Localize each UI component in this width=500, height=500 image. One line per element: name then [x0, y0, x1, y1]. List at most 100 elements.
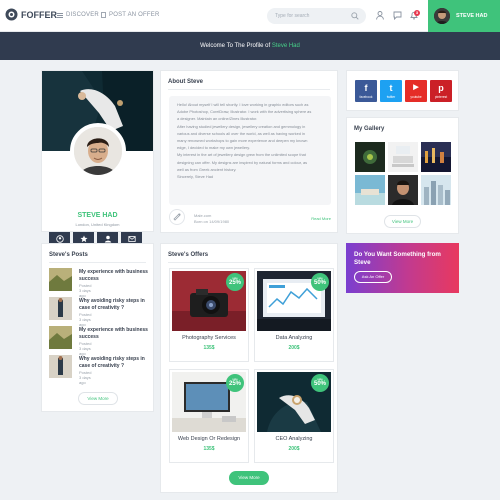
offers-divider [168, 262, 330, 263]
about-line: many renowned workshops to gain more exp… [177, 138, 308, 144]
discount-value: 50% [313, 381, 326, 387]
posts-divider [49, 262, 146, 263]
about-line: Sincerely, Steve Had [177, 174, 214, 180]
about-divider [168, 89, 330, 90]
user-icon[interactable] [376, 11, 384, 20]
pinterest-icon: p [438, 83, 444, 93]
menu-icon [57, 12, 66, 18]
pinterest-button[interactable]: p pinterest [430, 80, 452, 102]
gallery-card: My Gallery View More [346, 117, 459, 234]
about-line: After having studied jewellery design, j… [177, 123, 306, 129]
facebook-button[interactable]: f facebook [355, 80, 377, 102]
youtube-label: youtube [410, 95, 422, 99]
about-line: Hello! About myself I will tell shortly.… [177, 102, 309, 107]
post-thumbnail [49, 297, 72, 320]
nav-post-offer-label: POST AN OFFER [109, 12, 160, 18]
user-menu[interactable]: STEVE HAD [428, 0, 500, 32]
discount-value: 25% [228, 381, 241, 387]
youtube-button[interactable]: ▶ youtube [405, 80, 427, 102]
discount-value: 25% [228, 280, 241, 286]
read-more-link[interactable]: Read More [311, 216, 331, 221]
top-navbar: FOFFER DISCOVER POST AN OFFER Type for s… [0, 0, 500, 32]
ask-offer-button[interactable]: Ask An Offer [354, 271, 392, 283]
offer-item[interactable]: sale 50% Data Analyzing 200$ [254, 268, 334, 362]
posts-title: Steve's Posts [49, 252, 88, 258]
profile-avatar [70, 123, 126, 179]
welcome-prefix: Welcome To The Profile of [200, 43, 271, 49]
gallery-image[interactable] [421, 175, 451, 205]
offer-discount-badge: sale 25% [226, 374, 244, 392]
post-title: My experience with business success [79, 327, 148, 340]
offer-price: 135$ [203, 345, 215, 351]
about-title: About Steve [168, 79, 204, 85]
about-line: edge, I decided to make my own jewellery… [177, 145, 251, 151]
offer-item[interactable]: sale 25% Photography Services 135$ [169, 268, 249, 362]
notification-badge: 3 [414, 10, 420, 16]
welcome-text: Welcome To The Profile of Steve Had [0, 43, 500, 49]
offers-card: Steve's Offers sale 25% Photography Servi… [160, 243, 338, 493]
nav-post-offer-link[interactable]: POST AN OFFER [101, 12, 160, 18]
offer-price: 135$ [203, 446, 215, 452]
search-icon[interactable] [351, 12, 359, 20]
welcome-name[interactable]: Steve Had [272, 43, 300, 49]
about-card: About Steve Hello! About myself I will t… [160, 70, 338, 233]
chat-icon[interactable] [393, 11, 402, 20]
gallery-image[interactable] [355, 175, 385, 205]
posts-view-more-button[interactable]: View More [78, 392, 118, 405]
post-title: My experience with business success [79, 269, 148, 282]
gallery-image[interactable] [421, 142, 451, 172]
profile-name: STEVE HAD [77, 212, 118, 219]
gallery-image[interactable] [388, 142, 418, 172]
star-icon [73, 235, 94, 243]
birthday-icon [169, 209, 185, 225]
twitter-label: twitter [386, 95, 396, 99]
about-line: designing can offer. My designs are insp… [177, 159, 308, 165]
gallery-image[interactable] [355, 142, 385, 172]
gallery-view-more-button[interactable]: View More [384, 215, 421, 228]
ask-offer-promo: Do You Want Something from Steve Ask An … [346, 243, 459, 293]
offer-discount-badge: sale 25% [226, 273, 244, 291]
post-thumbnail [49, 355, 72, 378]
post-title: Why avoiding risky steps in case of crea… [79, 356, 145, 369]
gallery-image[interactable] [388, 175, 418, 205]
about-line: a designer. Maintain an online/Zines Ill… [177, 116, 258, 122]
facebook-label: facebook [359, 95, 373, 99]
offer-item[interactable]: sale 50% CEO Analyzing 200$ [254, 369, 334, 463]
twitter-icon: t [389, 83, 393, 93]
nav-discover-label: DISCOVER [66, 12, 99, 18]
offers-title: Steve's Offers [168, 252, 209, 258]
offer-name: Data Analyzing [275, 335, 313, 341]
post-title: Why avoiding risky steps in case of crea… [79, 298, 145, 311]
post-date: Posted 3 days ago [79, 370, 92, 385]
offer-price: 200$ [288, 446, 300, 452]
post-thumbnail [49, 326, 72, 349]
brand-logo[interactable]: FOFFER [5, 8, 57, 21]
twitter-button[interactable]: t twitter [380, 80, 402, 102]
about-line: various and diverse schools all over the… [177, 130, 306, 136]
about-line: My interest in the art of jewellery desi… [177, 152, 306, 158]
post-date: Posted 3 days ago [79, 312, 92, 327]
offer-price: 200$ [288, 345, 300, 351]
offers-view-more-button[interactable]: View More [229, 471, 269, 485]
facebook-icon: f [364, 83, 368, 93]
user-name: STEVE HAD [456, 13, 488, 19]
offer-name: CEO Analyzing [275, 436, 313, 442]
post-date: Posted 3 days ago [79, 341, 92, 356]
search-input[interactable]: Type for search [267, 8, 366, 24]
birthday-value: Born on 14/09/1980 [194, 219, 230, 224]
profile-location: London, United Kingdom [75, 222, 120, 227]
youtube-icon: ▶ [413, 84, 419, 91]
nav-discover-link[interactable]: DISCOVER [57, 12, 99, 18]
brand-name: FOFFER [21, 9, 57, 20]
discount-value: 50% [313, 280, 326, 286]
social-card: f facebook t twitter ▶ youtube p pintere… [346, 70, 459, 111]
follow-user-icon [97, 235, 118, 243]
user-avatar [434, 8, 450, 24]
about-text-box: Hello! About myself I will tell shortly.… [169, 96, 331, 205]
offer-name: Photography Services [182, 335, 236, 341]
search-placeholder: Type for search [275, 13, 310, 19]
offer-item[interactable]: sale 25% Web Design Or Redesign 135$ [169, 369, 249, 463]
promo-title: Do You Want Something from Steve [354, 251, 441, 266]
offer-discount-badge: sale 50% [311, 273, 329, 291]
offer-name: Web Design Or Redesign [177, 436, 241, 442]
